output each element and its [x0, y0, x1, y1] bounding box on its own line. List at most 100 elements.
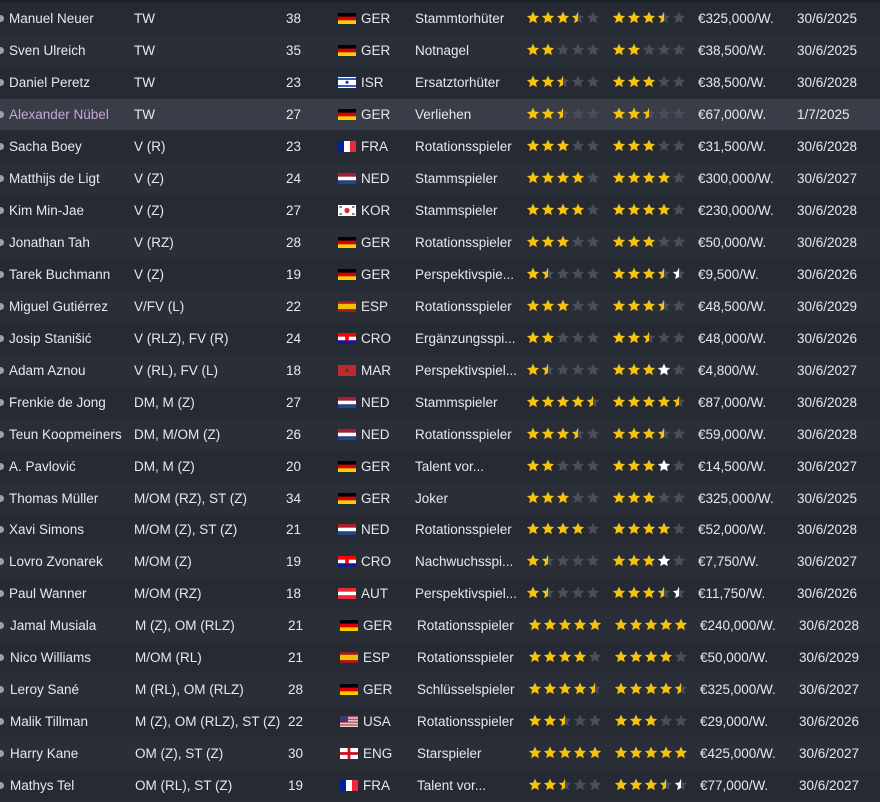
player-nationality[interactable]: ESP	[361, 291, 411, 322]
rating-star-icon	[541, 171, 555, 184]
rating-half-star-icon	[642, 331, 656, 344]
player-nationality[interactable]: ENG	[363, 738, 413, 769]
player-nationality[interactable]: FRA	[363, 770, 413, 801]
empty-star-icon	[571, 299, 585, 312]
player-name[interactable]: Tarek Buchmann	[9, 259, 131, 290]
rating-star-icon	[642, 395, 656, 408]
player-name[interactable]: Mathys Tel	[10, 770, 132, 801]
player-name[interactable]: Josip Stanišić	[9, 323, 131, 354]
player-name[interactable]: Xavi Simons	[9, 514, 131, 545]
player-squad-role: Verliehen	[415, 107, 472, 122]
player-name[interactable]: Frenkie de Jong	[9, 387, 131, 418]
rating-half-star-icon	[541, 267, 555, 280]
player-nationality[interactable]: MAR	[361, 355, 411, 386]
player-nationality[interactable]: GER	[363, 610, 413, 641]
player-age: 27	[286, 395, 302, 410]
player-row[interactable]: A. Pavlović DM, M (Z) 20 GER Talent vor.…	[0, 451, 880, 483]
player-nationality[interactable]: NED	[361, 419, 411, 450]
player-name[interactable]: Sven Ulreich	[9, 35, 131, 66]
player-nationality[interactable]: CRO	[361, 546, 411, 577]
empty-star-icon	[586, 139, 600, 152]
player-row[interactable]: Paul Wanner M/OM (RZ) 18 AUT Perspektivs…	[0, 578, 880, 610]
player-name[interactable]: Thomas Müller	[9, 483, 131, 514]
player-nationality[interactable]: NED	[361, 514, 411, 545]
player-name[interactable]: Harry Kane	[10, 738, 132, 769]
player-row[interactable]: Adam Aznou V (RL), FV (L) 18 MAR Perspek…	[0, 355, 880, 387]
player-row[interactable]: Sven Ulreich TW 35 GER Notnagel €38,500/…	[0, 35, 880, 67]
player-name[interactable]: Adam Aznou	[9, 355, 131, 386]
player-squad-role: Rotationsspieler	[415, 235, 512, 250]
player-nationality[interactable]: GER	[361, 451, 411, 482]
player-wage: €50,000/W.	[700, 650, 769, 665]
player-row[interactable]: Kim Min-Jae V (Z) 27 KOR Stammspieler €2…	[0, 195, 880, 227]
player-nationality[interactable]: GER	[361, 483, 411, 514]
player-position: M (Z), OM (RLZ), ST (Z)	[135, 714, 280, 729]
player-nationality[interactable]: GER	[361, 3, 411, 34]
player-name[interactable]: A. Pavlović	[9, 451, 131, 482]
player-row[interactable]: Manuel Neuer TW 38 GER Stammtorhüter €32…	[0, 3, 880, 35]
player-nationality[interactable]: USA	[363, 706, 413, 737]
player-name[interactable]: Manuel Neuer	[9, 3, 131, 34]
player-row[interactable]: Malik Tillman M (Z), OM (RLZ), ST (Z) 22…	[0, 706, 880, 738]
player-name[interactable]: Sacha Boey	[9, 131, 131, 162]
player-name[interactable]: Miguel Gutiérrez	[9, 291, 131, 322]
player-name[interactable]: Kim Min-Jae	[9, 195, 131, 226]
player-name[interactable]: Lovro Zvonarek	[9, 546, 131, 577]
player-row[interactable]: Frenkie de Jong DM, M (Z) 27 NED Stammsp…	[0, 387, 880, 419]
rating-star-icon	[612, 459, 626, 472]
player-nationality[interactable]: NED	[361, 163, 411, 194]
rating-star-icon	[528, 650, 542, 663]
player-nationality[interactable]: KOR	[361, 195, 411, 226]
player-row[interactable]: Leroy Sané M (RL), OM (RLZ) 28 GER Schlü…	[0, 674, 880, 706]
player-nationality[interactable]: GER	[361, 259, 411, 290]
player-name[interactable]: Matthijs de Ligt	[9, 163, 131, 194]
rating-star-icon	[526, 43, 540, 56]
player-row[interactable]: Sacha Boey V (R) 23 FRA Rotationsspieler…	[0, 131, 880, 163]
contract-expiry: 30/6/2027	[799, 778, 860, 793]
player-row[interactable]: Jonathan Tah V (RZ) 28 GER Rotationsspie…	[0, 227, 880, 259]
contract-expiry: 30/6/2028	[799, 618, 860, 633]
player-name[interactable]: Nico Williams	[10, 642, 132, 673]
rating-star-icon	[629, 746, 643, 759]
player-row[interactable]: Alexander Nübel TW 27 GER Verliehen €67,…	[0, 99, 880, 131]
player-nationality[interactable]: GER	[361, 99, 411, 130]
player-row[interactable]: Daniel Peretz TW 23 ISR Ersatztorhüter €…	[0, 67, 880, 99]
player-row[interactable]: Nico Williams M/OM (RL) 21 ESP Rotations…	[0, 642, 880, 674]
player-name[interactable]: Leroy Sané	[10, 674, 132, 705]
contract-expiry: 1/7/2025	[797, 107, 850, 122]
player-nationality[interactable]: GER	[361, 227, 411, 258]
rating-star-icon	[526, 522, 540, 535]
player-row[interactable]: Jamal Musiala M (Z), OM (RLZ) 21 GER Rot…	[0, 610, 880, 642]
rating-star-icon	[629, 650, 643, 663]
player-row[interactable]: Josip Stanišić V (RLZ), FV (R) 24 CRO Er…	[0, 323, 880, 355]
potential-ability-stars	[612, 131, 692, 162]
player-row[interactable]: Tarek Buchmann V (Z) 19 GER Perspektivsp…	[0, 259, 880, 291]
player-name[interactable]: Jonathan Tah	[9, 227, 131, 258]
rating-star-icon	[541, 299, 555, 312]
player-nationality[interactable]: GER	[361, 35, 411, 66]
player-row[interactable]: Mathys Tel OM (RL), ST (Z) 19 FRA Talent…	[0, 770, 880, 802]
player-nationality[interactable]: ESP	[363, 642, 413, 673]
player-nationality[interactable]: CRO	[361, 323, 411, 354]
player-nationality[interactable]: AUT	[361, 578, 411, 609]
player-row[interactable]: Miguel Gutiérrez V/FV (L) 22 ESP Rotatio…	[0, 291, 880, 323]
flag-esp-icon	[338, 301, 356, 312]
player-nationality[interactable]: ISR	[361, 67, 411, 98]
squad-list: Manuel Neuer TW 38 GER Stammtorhüter €32…	[0, 0, 880, 802]
player-nationality[interactable]: NED	[361, 387, 411, 418]
player-nationality[interactable]: FRA	[361, 131, 411, 162]
empty-star-icon	[571, 331, 585, 344]
player-name[interactable]: Daniel Peretz	[9, 67, 131, 98]
player-row[interactable]: Xavi Simons M/OM (Z), ST (Z) 21 NED Rota…	[0, 514, 880, 546]
player-name[interactable]: Teun Koopmeiners	[9, 419, 131, 450]
player-row[interactable]: Matthijs de Ligt V (Z) 24 NED Stammspiel…	[0, 163, 880, 195]
player-row[interactable]: Teun Koopmeiners DM, M/OM (Z) 26 NED Rot…	[0, 419, 880, 451]
player-name[interactable]: Jamal Musiala	[10, 610, 132, 641]
player-row[interactable]: Lovro Zvonarek M/OM (Z) 19 CRO Nachwuchs…	[0, 546, 880, 578]
player-nationality[interactable]: GER	[363, 674, 413, 705]
player-name[interactable]: Malik Tillman	[10, 706, 132, 737]
player-name[interactable]: Alexander Nübel	[9, 99, 131, 130]
player-row[interactable]: Thomas Müller M/OM (RZ), ST (Z) 34 GER J…	[0, 483, 880, 515]
player-name[interactable]: Paul Wanner	[9, 578, 131, 609]
player-row[interactable]: Harry Kane OM (Z), ST (Z) 30 ENG Starspi…	[0, 738, 880, 770]
